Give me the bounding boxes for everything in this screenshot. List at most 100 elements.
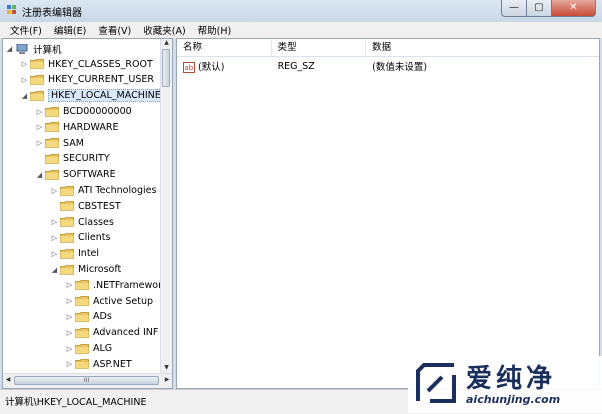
tree-item[interactable]: ▷ HKEY_CURRENT_USER: [20, 72, 154, 87]
expand-arrow-icon[interactable]: ▷: [65, 313, 74, 321]
tree-item[interactable]: ▷ Active Setup: [65, 294, 153, 309]
tree-item[interactable]: ▷ Classes: [50, 215, 114, 230]
scroll-left-arrow-icon[interactable]: ◀: [3, 376, 13, 386]
close-button[interactable]: ✕: [552, 0, 596, 17]
tree-item[interactable]: ▷ ALG: [65, 341, 112, 356]
tree-item-label: CBSTEST: [78, 200, 121, 212]
menu-view[interactable]: 查看(V): [92, 23, 137, 37]
folder-icon: [75, 327, 89, 338]
tree-item[interactable]: ▷ Advanced INF Setu: [65, 325, 162, 340]
values-list-pane[interactable]: 名称 类型 数据 ab (默认) REG_SZ (数值未设置): [176, 38, 600, 389]
scroll-up-arrow-icon[interactable]: ▲: [161, 39, 172, 49]
expand-arrow-icon[interactable]: ▷: [65, 281, 74, 289]
folder-icon: [75, 311, 89, 322]
folder-icon: [75, 296, 89, 306]
tree-item-label: BCD00000000: [63, 106, 132, 117]
menu-favorites[interactable]: 收藏夹(A): [137, 23, 191, 37]
folder-icon: [75, 359, 89, 370]
folder-icon: [75, 343, 89, 354]
tree-item[interactable]: ▷ ASP.NET: [65, 357, 132, 372]
computer-icon: [16, 43, 28, 54]
column-header-type[interactable]: 类型: [272, 39, 367, 56]
folder-icon: [60, 217, 74, 227]
tree-item[interactable]: ▷ Intel: [50, 246, 99, 261]
watermark: 爱纯净 aichunjing.com: [408, 356, 602, 413]
menu-edit[interactable]: 编辑(E): [48, 23, 92, 37]
tree-item[interactable]: SECURITY: [35, 151, 110, 166]
tree-item-label: Active Setup: [93, 295, 154, 307]
value-name: (默认): [198, 62, 225, 73]
collapse-arrow-icon[interactable]: ◢: [50, 266, 59, 274]
scroll-right-arrow-icon[interactable]: ▶: [162, 376, 172, 386]
folder-icon: [60, 201, 74, 212]
value-row[interactable]: ab (默认) REG_SZ (数值未设置): [177, 58, 599, 74]
folder-icon: [45, 153, 59, 164]
tree-item-label: SAM: [63, 137, 84, 149]
tree-item[interactable]: ◢ SOFTWARE: [35, 167, 116, 182]
maximize-button[interactable]: ▢: [527, 0, 552, 17]
tree-item[interactable]: ▷ HKEY_CLASSES_ROOT: [20, 57, 153, 72]
expand-arrow-icon[interactable]: ▷: [20, 60, 29, 68]
folder-icon: [60, 248, 74, 259]
tree-item[interactable]: ◢ HKEY_LOCAL_MACHINE: [20, 88, 162, 103]
folder-icon: [60, 185, 74, 196]
tree-vertical-scrollbar[interactable]: ▲ ▼: [160, 39, 172, 374]
tree-item-label: Microsoft: [78, 264, 122, 275]
brand-name: 爱纯净: [466, 364, 557, 394]
vertical-scroll-thumb[interactable]: [162, 49, 170, 87]
collapse-arrow-icon[interactable]: ◢: [35, 171, 44, 179]
brand-logo-icon: [416, 363, 456, 403]
tree-item[interactable]: CBSTEST: [50, 199, 121, 214]
tree-item-label: ADs: [93, 311, 112, 323]
tree-item-label: SOFTWARE: [63, 169, 116, 181]
expand-arrow-icon[interactable]: ▷: [35, 108, 44, 116]
tree-item[interactable]: ▷ HARDWARE: [35, 120, 119, 135]
expand-arrow-icon[interactable]: ▷: [50, 234, 59, 242]
key-tree: ◢ 计算机 ▷ HKEY_CLASSES_ROOT ▷ HKEY_CURRENT_US…: [3, 39, 162, 374]
column-header-name[interactable]: 名称: [177, 39, 272, 56]
menu-help[interactable]: 帮助(H): [192, 23, 238, 37]
collapse-arrow-icon[interactable]: ◢: [5, 45, 14, 53]
folder-icon: [45, 122, 59, 133]
key-tree-pane[interactable]: ◢ 计算机 ▷ HKEY_CLASSES_ROOT ▷ HKEY_CURRENT_US…: [2, 38, 173, 389]
tree-item[interactable]: ▷ ADs: [65, 309, 112, 324]
tree-item[interactable]: ◢ Microsoft: [50, 262, 121, 277]
expand-arrow-icon[interactable]: ▷: [35, 123, 44, 131]
string-value-icon: ab: [183, 62, 195, 73]
tree-item[interactable]: ▷ ATI Technologies: [50, 183, 157, 198]
value-type-cell: REG_SZ: [277, 60, 315, 72]
tree-item-label: Intel: [78, 248, 100, 260]
minimize-button[interactable]: —: [501, 0, 527, 17]
folder-icon: [45, 106, 59, 117]
tree-item[interactable]: ▷ SAM: [35, 136, 84, 151]
horizontal-scroll-thumb[interactable]: III: [14, 376, 159, 385]
expand-arrow-icon[interactable]: ▷: [65, 329, 74, 337]
expand-arrow-icon[interactable]: ▷: [65, 360, 74, 368]
window-controls: — ▢ ✕: [501, 0, 596, 18]
collapse-arrow-icon[interactable]: ◢: [20, 92, 29, 100]
expand-arrow-icon[interactable]: ▷: [35, 139, 44, 147]
menu-file[interactable]: 文件(F): [4, 23, 48, 37]
status-path: 计算机\HKEY_LOCAL_MACHINE: [5, 397, 147, 408]
expand-arrow-icon[interactable]: ▷: [20, 76, 29, 84]
tree-item-label: HARDWARE: [63, 121, 119, 133]
tree-item-label: .NETFramework: [93, 279, 162, 291]
tree-item-label-selected: HKEY_LOCAL_MACHINE: [48, 89, 162, 103]
tree-root-computer[interactable]: ◢ 计算机: [5, 41, 62, 56]
folder-icon: [30, 74, 44, 85]
tree-item[interactable]: ▷ .NETFramework: [65, 278, 162, 293]
value-name-cell: ab (默认): [177, 59, 272, 73]
folder-icon: [75, 280, 89, 291]
expand-arrow-icon[interactable]: ▷: [65, 345, 74, 353]
brand-url: aichunjing.com: [466, 393, 561, 406]
column-header-data[interactable]: 数据: [366, 39, 599, 56]
expand-arrow-icon[interactable]: ▷: [65, 297, 74, 305]
tree-horizontal-scrollbar[interactable]: ◀ III ▶: [3, 373, 172, 388]
folder-icon: [45, 138, 59, 148]
expand-arrow-icon[interactable]: ▷: [50, 187, 59, 195]
tree-item[interactable]: ▷ Clients: [50, 230, 111, 245]
expand-arrow-icon[interactable]: ▷: [50, 218, 59, 226]
tree-item[interactable]: ▷ BCD00000000: [35, 104, 132, 119]
expand-arrow-icon[interactable]: ▷: [50, 250, 59, 258]
value-data-cell: (数值未设置): [372, 62, 428, 73]
